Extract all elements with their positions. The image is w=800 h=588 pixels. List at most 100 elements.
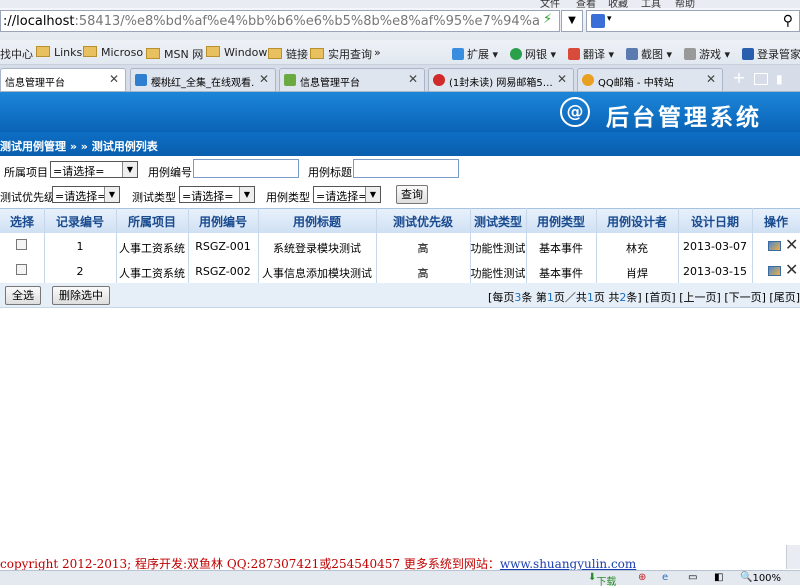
priority-select[interactable]: =请选择= ▼ [52, 186, 120, 203]
toolbar-extensions[interactable]: 扩展 ▾ [452, 46, 498, 62]
close-icon[interactable]: ✕ [557, 72, 567, 86]
gamepad-icon [684, 48, 696, 60]
delete-icon[interactable]: ✕ [785, 235, 798, 254]
delete-selected-button[interactable]: 删除选中 [52, 286, 110, 305]
case-title-input[interactable] [353, 159, 459, 178]
toolbar-translate[interactable]: 翻译 ▾ [568, 46, 614, 62]
netease-icon [433, 74, 445, 86]
scrollbar[interactable] [786, 545, 800, 569]
cell-case-no: RSGZ-002 [195, 265, 251, 278]
col-priority: 测试优先级 [392, 215, 453, 229]
window-icon[interactable]: ▭ [688, 572, 697, 583]
test-type-select[interactable]: =请选择= ▼ [179, 186, 255, 203]
column-divider [188, 208, 189, 283]
search-engine-icon[interactable] [591, 14, 605, 28]
search-field[interactable]: ▾ ⚲ [586, 10, 800, 32]
row-checkbox[interactable] [16, 239, 27, 250]
query-button[interactable]: 查询 [396, 185, 428, 204]
ie-mode-icon[interactable]: e [662, 572, 668, 583]
bookmark-links-cn[interactable]: 链接 [268, 46, 308, 62]
close-icon[interactable]: ✕ [706, 72, 716, 86]
menu-tools[interactable]: 工具 [641, 0, 661, 8]
toolbar-screenshot[interactable]: 截图 ▾ [626, 46, 672, 62]
bookmark-useful-query[interactable]: 实用查询 [310, 46, 372, 62]
cell-priority: 高 [417, 242, 429, 255]
breadcrumb: 测试用例管理 » » 测试用例列表 [0, 132, 800, 156]
folder-icon [310, 48, 324, 59]
bookmark-item[interactable]: 找中心 [0, 46, 33, 62]
menu-favorites[interactable]: 收藏 [608, 0, 628, 8]
delete-icon[interactable]: ✕ [785, 260, 798, 279]
zoom-control[interactable]: 🔍 100% [740, 572, 781, 584]
column-divider [596, 208, 597, 283]
url-history-dropdown[interactable]: ▼ [561, 10, 583, 32]
column-divider [678, 208, 679, 283]
close-icon[interactable]: ✕ [109, 72, 119, 86]
cell-case-no: RSGZ-001 [195, 240, 251, 253]
bookmark-windows[interactable]: Window [206, 46, 267, 59]
url-path: :58413/%e8%bd%af%e4%bb%b6%e6%b5%8b%e8%af… [74, 14, 540, 29]
cell-designer: 肖焊 [626, 267, 648, 280]
first-page-link[interactable]: [首页] [645, 291, 676, 304]
page-icon [284, 74, 296, 86]
menu-file[interactable]: 文件 [540, 0, 560, 8]
project-select[interactable]: =请选择= ▼ [50, 161, 138, 178]
table-row: 2 人事工资系统 RSGZ-002 人事信息添加模块测试 高 功能性测试 基本事… [0, 258, 800, 284]
next-page-link[interactable]: [下一页] [724, 291, 766, 304]
speed-mode-icon[interactable]: ⚡ [543, 12, 552, 27]
browser-status-bar: ⬇ 下载 ⊕ e ▭ ◧ 🔍 100% [0, 570, 800, 588]
case-no-input[interactable] [193, 159, 299, 178]
restore-window-icon[interactable] [754, 73, 768, 85]
cell-designer: 林充 [626, 242, 648, 255]
bookmarks-more-button[interactable]: » [374, 46, 381, 59]
trash-icon[interactable]: ▮ [776, 72, 783, 86]
bookmark-links[interactable]: Links [36, 46, 82, 59]
col-case-no: 用例编号 [198, 215, 247, 229]
sound-icon[interactable]: ◧ [714, 572, 723, 583]
col-record-no: 记录编号 [55, 215, 104, 229]
tab-info-platform-2[interactable]: 信息管理平台 ✕ [279, 68, 425, 91]
table-row: 1 人事工资系统 RSGZ-001 系统登录模块测试 高 功能性测试 基本事件 … [0, 233, 800, 259]
site-link[interactable]: www.shuangyulin.com [500, 557, 636, 571]
adblock-icon[interactable]: ⊕ [638, 572, 646, 583]
download-button[interactable]: ⬇ 下载 [588, 572, 616, 588]
toolbar-ebank[interactable]: 网银 ▾ [510, 46, 556, 62]
new-tab-button[interactable]: + [730, 69, 748, 87]
cell-case-title: 人事信息添加模块测试 [262, 267, 372, 280]
edit-icon[interactable] [768, 241, 781, 251]
bookmark-microsoft[interactable]: Microso [83, 46, 143, 59]
cell-test-type: 功能性测试 [470, 242, 526, 255]
menu-view[interactable]: 查看 [576, 0, 596, 8]
close-icon[interactable]: ✕ [408, 72, 418, 86]
url-field[interactable]: ://localhost:58413/%e8%bd%af%e4%bb%b6%e6… [0, 10, 560, 32]
column-divider [258, 208, 259, 283]
tab-netease-mail[interactable]: (1封未读) 网易邮箱5… ✕ [428, 68, 574, 91]
cell-test-type: 功能性测试 [470, 267, 526, 280]
select-all-button[interactable]: 全选 [5, 286, 41, 305]
tab-info-platform[interactable]: 信息管理平台 ✕ [0, 68, 126, 91]
row-checkbox[interactable] [16, 264, 27, 275]
column-divider [116, 208, 117, 283]
edit-icon[interactable] [768, 266, 781, 276]
case-type-select[interactable]: =请选择= ▼ [313, 186, 381, 203]
case-type-label: 用例类型 [266, 191, 310, 204]
total-pages: 1 [586, 291, 594, 304]
prev-page-link[interactable]: [上一页] [679, 291, 721, 304]
folder-icon [36, 46, 50, 57]
url-host: ://localhost [3, 14, 75, 29]
col-test-type: 测试类型 [473, 215, 522, 229]
col-actions: 操作 [763, 215, 788, 229]
folder-icon [146, 48, 160, 59]
bookmark-msn[interactable]: MSN 网 [146, 46, 203, 62]
col-date: 设计日期 [690, 215, 739, 229]
menu-help[interactable]: 帮助 [675, 0, 695, 8]
toolbar-games[interactable]: 游戏 ▾ [684, 46, 730, 62]
last-page-link[interactable]: [尾页] [769, 291, 800, 304]
toolbar-login-manager[interactable]: 登录管家 [742, 46, 800, 62]
search-icon[interactable]: ⚲ [783, 13, 793, 29]
close-icon[interactable]: ✕ [259, 72, 269, 86]
chevron-down-icon: ▼ [122, 162, 137, 177]
tab-qq-mail[interactable]: QQ邮箱 - 中转站 ✕ [577, 68, 723, 91]
tab-video[interactable]: 樱桃红_全集_在线观看… ✕ [130, 68, 276, 91]
cell-date: 2013-03-07 [683, 240, 747, 253]
